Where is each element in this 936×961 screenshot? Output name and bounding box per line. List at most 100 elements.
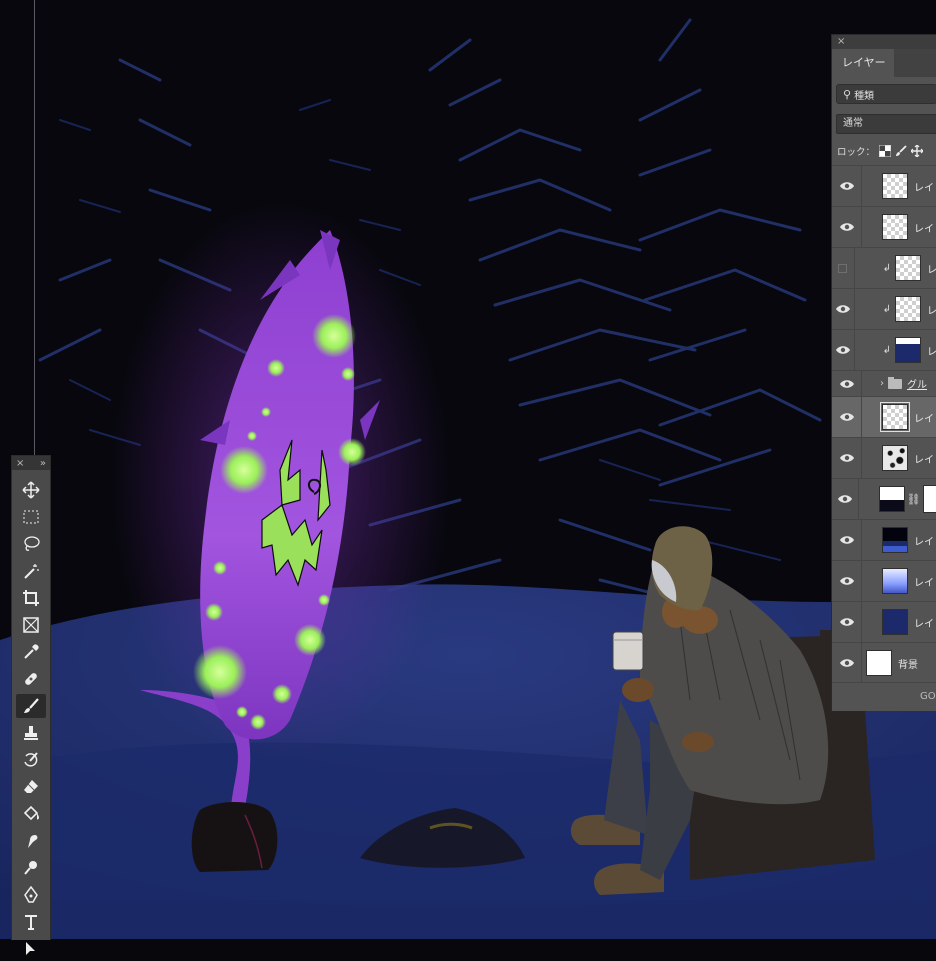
path-selection-tool[interactable] bbox=[16, 937, 46, 961]
tab-layers[interactable]: レイヤー bbox=[832, 49, 894, 77]
layer-thumbnail bbox=[882, 527, 908, 553]
frame-icon bbox=[23, 617, 39, 633]
lock-label: ロック： bbox=[837, 147, 876, 158]
tools-panel-expand-button[interactable]: » bbox=[40, 458, 46, 469]
crop-tool[interactable] bbox=[16, 586, 46, 610]
group-expand-chevron-icon[interactable]: › bbox=[880, 378, 884, 389]
layer-visibility-toggle[interactable] bbox=[832, 520, 862, 560]
layer-name: レイ bbox=[914, 536, 934, 548]
layer-thumbnail bbox=[882, 214, 908, 240]
eraser-tool[interactable] bbox=[16, 775, 46, 799]
layer-visibility-toggle[interactable] bbox=[832, 602, 862, 642]
layer-visibility-toggle[interactable] bbox=[832, 643, 862, 683]
layer-thumbnail bbox=[895, 255, 921, 281]
layer-row[interactable]: レイ bbox=[832, 601, 936, 642]
layers-panel-footer: GO bbox=[832, 682, 936, 711]
lasso-tool[interactable] bbox=[16, 532, 46, 556]
eyedropper-tool[interactable] bbox=[16, 640, 46, 664]
lock-transparent-pixels-icon[interactable] bbox=[879, 145, 892, 157]
layer-row[interactable]: ↲ レ bbox=[832, 329, 936, 370]
history-brush-tool[interactable] bbox=[16, 748, 46, 772]
layers-panel: × レイヤー ⚲ 種類 通常 ロック： レイ レイ ↲ レ ↲ レ ↲ レ › … bbox=[831, 34, 936, 711]
layer-row[interactable]: レイ bbox=[832, 206, 936, 247]
eye-icon bbox=[839, 413, 854, 421]
lasso-icon bbox=[24, 536, 40, 551]
clone-stamp-tool[interactable] bbox=[16, 721, 46, 745]
healing-brush-tool[interactable] bbox=[16, 667, 46, 691]
magic-wand-icon bbox=[24, 564, 39, 579]
layers-panel-tab-bar: レイヤー bbox=[832, 49, 936, 77]
paint-bucket-tool[interactable] bbox=[16, 802, 46, 826]
bandage-icon bbox=[25, 673, 37, 685]
brush-tool[interactable] bbox=[16, 694, 46, 718]
layer-row-selected[interactable]: レイ bbox=[832, 396, 936, 437]
eye-icon bbox=[835, 305, 850, 313]
eye-icon bbox=[839, 182, 854, 190]
type-tool[interactable] bbox=[16, 910, 46, 934]
move-icon bbox=[22, 481, 40, 499]
layer-row[interactable]: レイ bbox=[832, 560, 936, 601]
layer-row[interactable]: レイ bbox=[832, 165, 936, 206]
smudge-icon bbox=[28, 835, 38, 848]
link-layers-button[interactable]: GO bbox=[920, 691, 936, 702]
layer-group-row[interactable]: › グル bbox=[832, 370, 936, 396]
layer-row[interactable]: ↲ レ bbox=[832, 288, 936, 329]
layer-name: レ bbox=[927, 305, 936, 317]
frame-tool[interactable] bbox=[16, 613, 46, 637]
layer-visibility-toggle[interactable] bbox=[832, 371, 862, 396]
layer-row-background[interactable]: 背景 bbox=[832, 642, 936, 683]
path-selection-icon bbox=[26, 942, 35, 955]
layer-visibility-toggle[interactable] bbox=[832, 479, 859, 519]
lock-position-icon[interactable] bbox=[911, 145, 924, 157]
smudge-tool[interactable] bbox=[16, 829, 46, 853]
eye-icon bbox=[839, 223, 854, 231]
layer-visibility-toggle[interactable] bbox=[832, 248, 855, 288]
layer-visibility-toggle[interactable] bbox=[832, 166, 862, 206]
eyedropper-icon bbox=[24, 644, 39, 659]
eye-icon bbox=[839, 659, 854, 667]
paint-bucket-icon bbox=[23, 805, 39, 821]
layer-visibility-toggle[interactable] bbox=[832, 438, 862, 478]
visibility-off-box bbox=[838, 263, 848, 273]
layer-visibility-toggle[interactable] bbox=[832, 289, 855, 329]
layers-panel-close-button[interactable]: × bbox=[832, 35, 936, 49]
lock-row: ロック： bbox=[832, 137, 936, 165]
eye-icon bbox=[839, 536, 854, 544]
brush-icon bbox=[24, 698, 39, 713]
magic-wand-tool[interactable] bbox=[16, 559, 46, 583]
lock-image-pixels-icon[interactable] bbox=[895, 145, 907, 157]
canvas-artwork[interactable] bbox=[0, 0, 936, 939]
layer-list: レイ レイ ↲ レ ↲ レ ↲ レ › グル レイ レイ ⛓ レイ レイ レイ … bbox=[832, 165, 936, 683]
pen-icon bbox=[24, 886, 38, 903]
eye-icon bbox=[839, 379, 854, 388]
layer-thumbnail bbox=[882, 568, 908, 594]
pen-tool[interactable] bbox=[16, 883, 46, 907]
clipping-mask-icon: ↲ bbox=[882, 262, 891, 274]
layer-row[interactable]: ↲ レ bbox=[832, 247, 936, 288]
dodge-tool[interactable] bbox=[16, 856, 46, 880]
layer-filter-kind-select[interactable]: ⚲ 種類 bbox=[836, 84, 936, 104]
blend-mode-select[interactable]: 通常 bbox=[836, 114, 936, 134]
move-tool[interactable] bbox=[16, 478, 46, 502]
layer-thumbnail bbox=[895, 296, 921, 322]
layer-row[interactable]: ⛓ bbox=[832, 478, 936, 519]
layer-visibility-toggle[interactable] bbox=[832, 561, 862, 601]
layer-name: 背景 bbox=[898, 659, 918, 671]
layer-name: レ bbox=[927, 346, 936, 358]
layer-thumbnail bbox=[878, 486, 905, 512]
layer-mask-thumbnail[interactable] bbox=[922, 485, 936, 513]
marquee-tool[interactable] bbox=[16, 505, 46, 529]
mask-link-icon[interactable]: ⛓ bbox=[907, 493, 921, 506]
tools-panel-close-button[interactable]: × bbox=[16, 458, 24, 469]
layer-visibility-toggle[interactable] bbox=[832, 330, 855, 370]
layer-row[interactable]: レイ bbox=[832, 519, 936, 560]
folder-icon bbox=[888, 376, 902, 389]
layer-row[interactable]: レイ bbox=[832, 437, 936, 478]
layer-filter-kind-value: 種類 bbox=[854, 90, 875, 102]
dodge-icon bbox=[24, 861, 37, 875]
search-icon: ⚲ bbox=[843, 87, 852, 101]
layer-visibility-toggle[interactable] bbox=[832, 207, 862, 247]
layer-group-name: グル bbox=[907, 380, 927, 391]
layer-visibility-toggle[interactable] bbox=[832, 397, 862, 437]
history-brush-icon bbox=[24, 752, 38, 767]
